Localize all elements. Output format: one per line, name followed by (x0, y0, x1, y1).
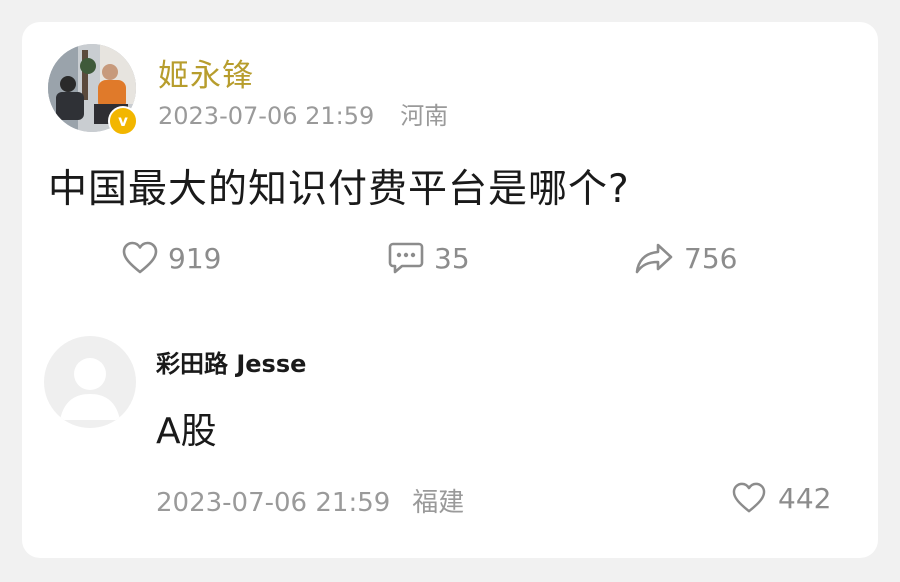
commenter-avatar[interactable] (44, 336, 136, 428)
post-author-name[interactable]: 姬永锋 (158, 50, 254, 95)
comment-icon (388, 242, 424, 274)
verified-icon: v (108, 106, 138, 136)
comment-timestamp: 2023-07-06 21:59 (156, 488, 391, 518)
post-location: 河南 (400, 102, 449, 130)
comment-like-count: 442 (778, 481, 832, 515)
comment-location: 福建 (412, 488, 465, 518)
like-button[interactable]: 919 (122, 240, 221, 276)
comment-count: 35 (434, 241, 470, 275)
repost-button[interactable]: 756 (634, 240, 737, 276)
post-meta: 2023-07-06 21:59 河南 (158, 96, 448, 131)
like-count: 919 (168, 241, 222, 275)
heart-icon (732, 482, 766, 513)
post-content: 中国最大的知识付费平台是哪个? (48, 167, 630, 212)
commenter-name[interactable]: 彩田路 Jesse (156, 344, 306, 379)
post-timestamp: 2023-07-06 21:59 (158, 102, 375, 130)
post-card: v 姬永锋 2023-07-06 21:59 河南 中国最大的知识付费平台是哪个?… (22, 22, 878, 558)
author-avatar-wrap[interactable]: v (48, 44, 138, 136)
comment-like-button[interactable]: 442 (732, 480, 831, 516)
repost-count: 756 (684, 241, 738, 275)
comment-text: A股 (156, 411, 217, 452)
comment-meta: 2023-07-06 21:59 福建 (156, 482, 464, 519)
heart-icon (122, 241, 158, 274)
share-icon (635, 243, 673, 274)
comment-button[interactable]: 35 (388, 240, 470, 276)
